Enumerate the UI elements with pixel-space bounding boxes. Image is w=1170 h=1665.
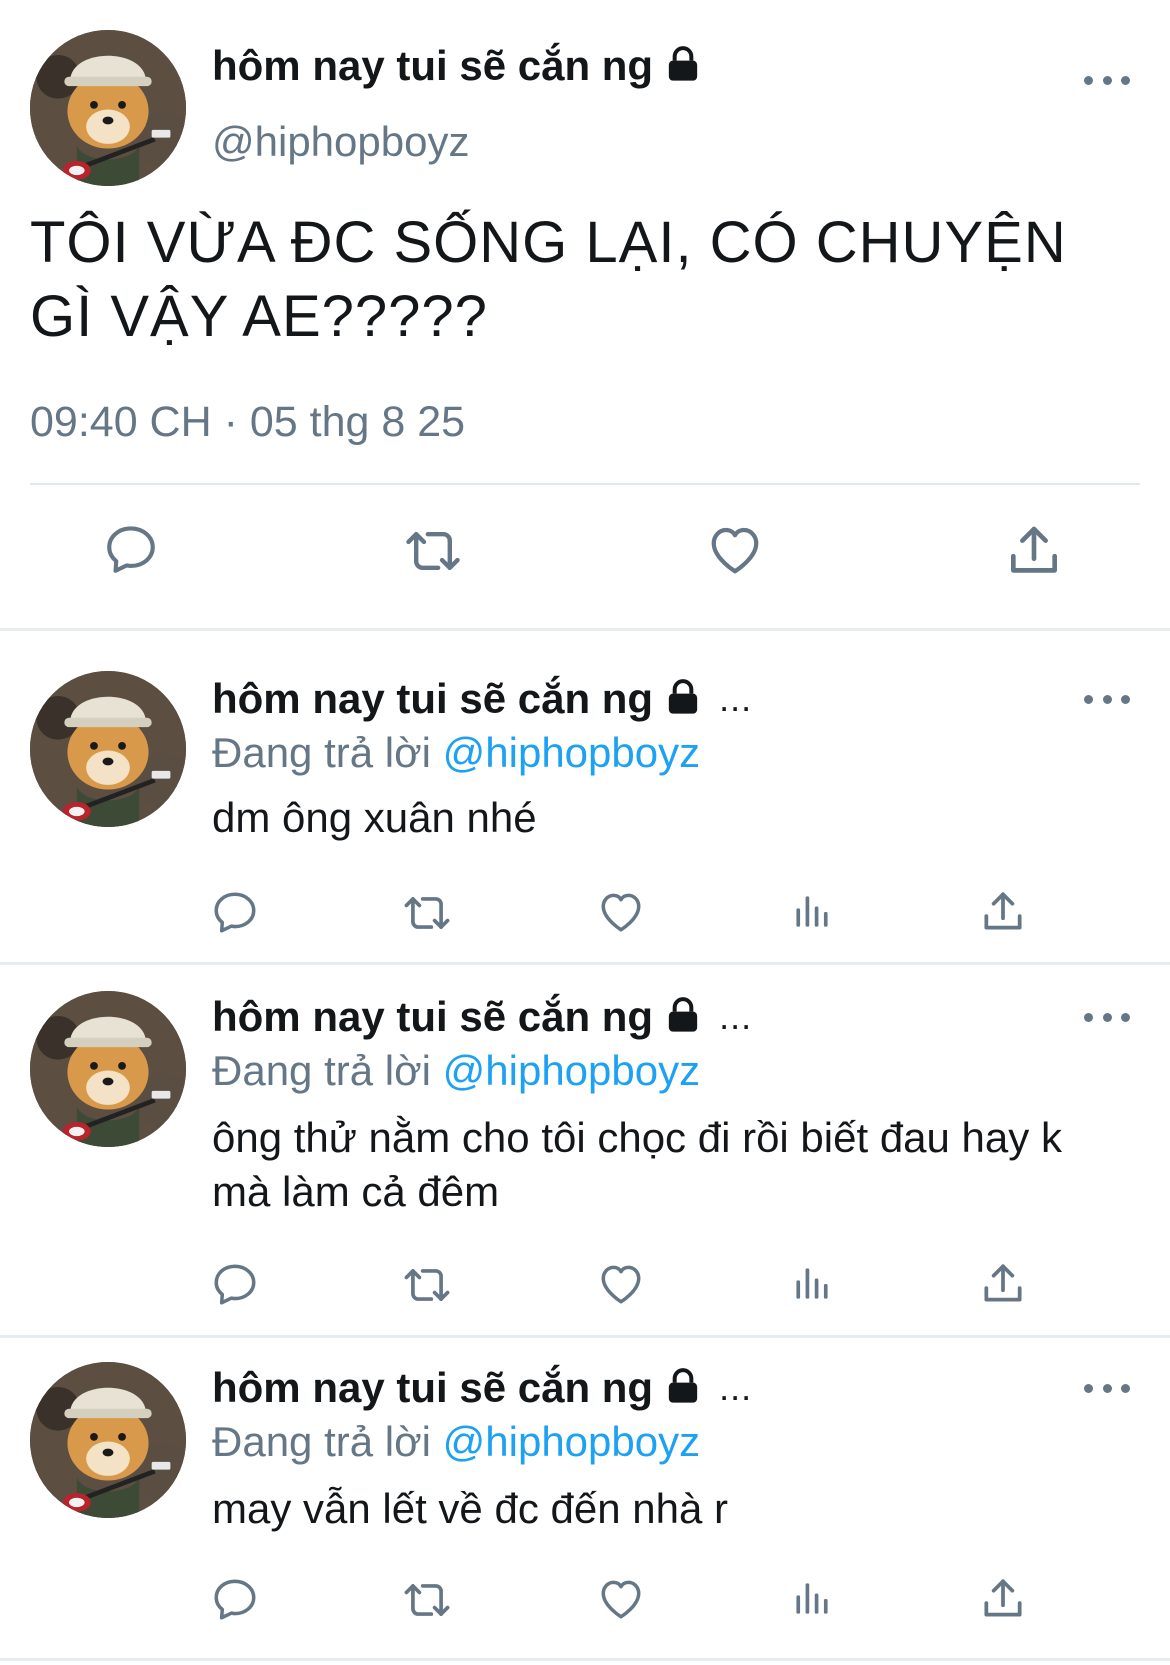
retweet-icon[interactable]	[398, 1259, 456, 1311]
like-icon[interactable]	[705, 520, 765, 580]
retweet-icon[interactable]	[399, 520, 467, 582]
reply-tweet[interactable]: hôm nay tui sẽ cắn ng ... Đang trả lời @…	[0, 965, 1170, 1335]
tweet-timestamp: 09:40 CH · 05 thg 8 25	[30, 398, 466, 446]
more-options-icon[interactable]	[1084, 70, 1130, 90]
reply-icon[interactable]	[210, 887, 260, 937]
like-icon[interactable]	[596, 1259, 646, 1309]
tweet-text: TÔI VỪA ĐC SỐNG LẠI, CÓ CHUYỆN GÌ VẬY AE…	[30, 210, 1067, 349]
lock-icon	[663, 1366, 703, 1411]
dog-avatar-image	[30, 30, 186, 186]
replying-prefix: Đang trả lời	[212, 729, 431, 776]
author-name-row: hôm nay tui sẽ cắn ng ...	[212, 1364, 752, 1412]
more-options-icon[interactable]	[1084, 1378, 1130, 1398]
divider	[30, 483, 1140, 485]
reply-tweet[interactable]: hôm nay tui sẽ cắn ng ... Đang trả lời @…	[0, 1338, 1170, 1658]
replying-handle-link[interactable]: @hiphopboyz	[443, 729, 700, 776]
more-options-icon[interactable]	[1084, 689, 1130, 709]
reply-actions	[0, 1259, 1170, 1319]
name-truncation: ...	[719, 996, 753, 1037]
share-icon[interactable]	[978, 887, 1028, 937]
author-display-name[interactable]: hôm nay tui sẽ cắn ng	[212, 675, 653, 723]
reply-icon[interactable]	[210, 1574, 260, 1624]
avatar[interactable]	[30, 671, 186, 827]
author-display-name[interactable]: hôm nay tui sẽ cắn ng	[212, 993, 653, 1041]
reply-icon[interactable]	[210, 1259, 260, 1309]
author-name-row: hôm nay tui sẽ cắn ng	[212, 42, 703, 90]
lock-icon	[663, 677, 703, 722]
name-truncation: ...	[719, 678, 753, 719]
reply-text: may vẫn lết về đc đến nhà r	[212, 1485, 728, 1532]
replying-to: Đang trả lời @hiphopboyz	[212, 729, 700, 777]
retweet-icon[interactable]	[398, 1574, 456, 1626]
analytics-icon[interactable]	[790, 1259, 834, 1309]
author-display-name[interactable]: hôm nay tui sẽ cắn ng	[212, 42, 653, 90]
avatar[interactable]	[30, 991, 186, 1147]
dog-avatar-image	[30, 1362, 186, 1518]
like-icon[interactable]	[596, 887, 646, 937]
author-name-row: hôm nay tui sẽ cắn ng ...	[212, 675, 752, 723]
replying-prefix: Đang trả lời	[212, 1047, 431, 1094]
dog-avatar-image	[30, 671, 186, 827]
share-icon[interactable]	[1003, 520, 1065, 582]
like-icon[interactable]	[596, 1574, 646, 1624]
lock-icon	[663, 44, 703, 89]
share-icon[interactable]	[978, 1259, 1028, 1309]
reply-tweet[interactable]: hôm nay tui sẽ cắn ng ... Đang trả lời @…	[0, 631, 1170, 962]
replying-prefix: Đang trả lời	[212, 1418, 431, 1465]
reply-actions	[0, 887, 1170, 947]
share-icon[interactable]	[978, 1574, 1028, 1624]
analytics-icon[interactable]	[790, 887, 834, 937]
author-name-row: hôm nay tui sẽ cắn ng ...	[212, 993, 752, 1041]
reply-actions	[0, 1574, 1170, 1634]
retweet-icon[interactable]	[398, 887, 456, 939]
replying-handle-link[interactable]: @hiphopboyz	[443, 1418, 700, 1465]
analytics-icon[interactable]	[790, 1574, 834, 1624]
tweet-actions	[0, 520, 1170, 590]
more-options-icon[interactable]	[1084, 1007, 1130, 1027]
avatar[interactable]	[30, 1362, 186, 1518]
reply-text: dm ông xuân nhé	[212, 794, 537, 841]
author-handle[interactable]: @hiphopboyz	[212, 118, 469, 166]
avatar[interactable]	[30, 30, 186, 186]
replying-to: Đang trả lời @hiphopboyz	[212, 1047, 700, 1095]
reply-icon[interactable]	[102, 520, 160, 578]
dog-avatar-image	[30, 991, 186, 1147]
reply-text: ông thử nằm cho tôi chọc đi rồi biết đau…	[212, 1114, 1062, 1215]
main-tweet: hôm nay tui sẽ cắn ng @hiphopboyz TÔI VỪ…	[0, 0, 1170, 628]
replying-handle-link[interactable]: @hiphopboyz	[443, 1047, 700, 1094]
replying-to: Đang trả lời @hiphopboyz	[212, 1418, 700, 1466]
lock-icon	[663, 995, 703, 1040]
section-divider	[0, 1658, 1170, 1661]
author-display-name[interactable]: hôm nay tui sẽ cắn ng	[212, 1364, 653, 1412]
name-truncation: ...	[719, 1367, 753, 1408]
